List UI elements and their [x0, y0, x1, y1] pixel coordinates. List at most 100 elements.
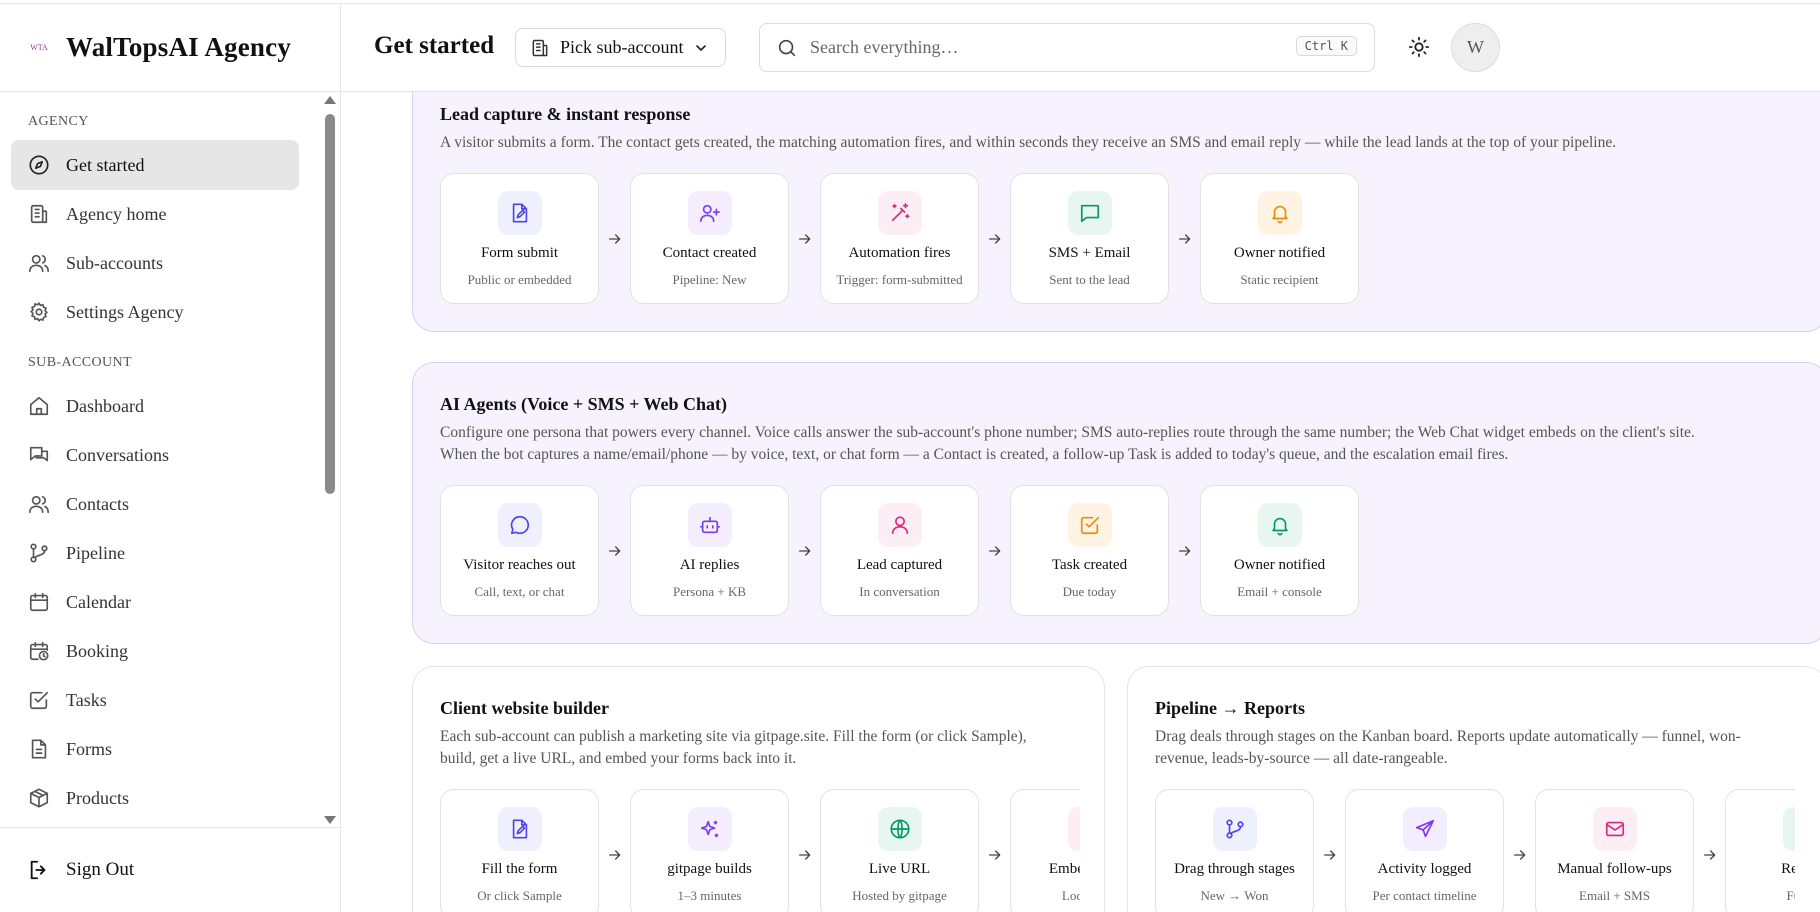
step-title: Live URL: [868, 861, 931, 877]
code-icon: [1079, 818, 1080, 840]
bell-icon: [1272, 517, 1288, 536]
sign-out-button[interactable]: Sign Out: [28, 850, 134, 890]
search-input[interactable]: [810, 37, 1290, 58]
flow-panel-ai-agents: AI Agents (Voice + SMS + Web Chat) Confi…: [412, 362, 1820, 644]
step-subtitle: New → Won: [1200, 888, 1269, 903]
pick-subaccount-button[interactable]: Pick sub-account: [515, 28, 726, 67]
sidebar-item-settings-agency[interactable]: Settings Agency: [11, 287, 299, 337]
step-icon-badge: [1783, 807, 1795, 851]
flow-steps-viewport: Drag through stages New → Won Activity l…: [1155, 789, 1795, 912]
bell-icon: [1272, 205, 1288, 224]
building-icon: [30, 204, 48, 224]
step-icon-badge: [1593, 807, 1637, 851]
user-plus-icon: [700, 204, 720, 223]
sidebar-item-label: Dashboard: [66, 395, 144, 416]
brand-logo: WTA: [30, 42, 48, 52]
sidebar-footer: Sign Out: [0, 827, 340, 912]
users-icon: [29, 254, 49, 273]
flow-panel-pipeline-reports: Pipeline → Reports Drag deals through st…: [1127, 666, 1820, 912]
step-subtitle: Loop back: [1061, 888, 1080, 903]
step-title: Activity logged: [1377, 861, 1472, 877]
step-title: AI replies: [679, 557, 740, 573]
flow-step-card: Automation fires Trigger: form-submitted: [820, 173, 979, 304]
home-icon: [29, 396, 49, 416]
sidebar-item-dashboard[interactable]: Dashboard: [11, 381, 299, 431]
panel-description-line2: When the bot captures a name/email/phone…: [440, 446, 1509, 463]
flow-step-card: Fill the form Or click Sample: [440, 789, 599, 912]
step-icon-badge: [498, 191, 542, 235]
step-subtitle: Email + console: [1237, 584, 1322, 599]
arrow-right-icon: [789, 847, 820, 863]
flow-step-card: Activity logged Per contact timeline: [1345, 789, 1504, 912]
users-icon: [29, 495, 49, 514]
package-icon: [29, 788, 49, 808]
checkbox-icon: [29, 691, 49, 710]
pick-subaccount-label: Pick sub-account: [560, 37, 684, 57]
avatar[interactable]: W: [1451, 23, 1500, 72]
building-icon: [532, 39, 548, 56]
sidebar-item-label: Sub-accounts: [66, 252, 163, 273]
flow-panel-website-builder: Client website builder Each sub-account …: [412, 666, 1105, 912]
arrow-right-icon: [979, 231, 1010, 247]
theme-toggle-button[interactable]: [1406, 34, 1432, 60]
scroll-down-arrow[interactable]: [324, 816, 336, 824]
step-title: Lead captured: [856, 557, 943, 573]
search-bar[interactable]: Ctrl K: [759, 23, 1375, 72]
sidebar-item-sub-accounts[interactable]: Sub-accounts: [11, 238, 299, 288]
panel-title: Pipeline → Reports: [1155, 698, 1305, 718]
chevron-down-icon: [696, 45, 706, 51]
panel-description-line1: Configure one persona that powers every …: [440, 424, 1695, 441]
sidebar-item-calendar[interactable]: Calendar: [11, 577, 299, 627]
step-subtitle: Static recipient: [1240, 272, 1319, 287]
sidebar-item-get-started[interactable]: Get started: [11, 140, 299, 190]
sidebar-item-forms[interactable]: Forms: [11, 724, 299, 774]
page-title: Get started: [374, 32, 495, 59]
scrollbar-thumb[interactable]: [325, 114, 335, 494]
flow-step-card: Owner notified Email + console: [1200, 485, 1359, 616]
step-subtitle: Call, text, or chat: [474, 584, 565, 599]
sidebar-item-contacts[interactable]: Contacts: [11, 479, 299, 529]
step-subtitle: Public or embedded: [467, 272, 572, 287]
step-title: Reports: [1781, 861, 1795, 877]
sidebar-item-label: Products: [66, 787, 129, 808]
flow-step-card: Live URL Hosted by gitpage: [820, 789, 979, 912]
sidebar-item-label: Agency home: [66, 203, 167, 224]
sidebar-item-pipeline[interactable]: Pipeline: [11, 528, 299, 578]
section-label-sub-account: SUB-ACCOUNT: [28, 355, 132, 370]
step-title: gitpage builds: [667, 861, 752, 877]
scroll-up-arrow[interactable]: [324, 96, 336, 104]
sidebar-item-products[interactable]: Products: [11, 773, 299, 823]
flow-step-card: Embed forms Loop back: [1010, 789, 1080, 912]
sidebar-item-agency-home[interactable]: Agency home: [11, 189, 299, 239]
step-title: Visitor reaches out: [463, 557, 576, 573]
sidebar-item-conversations[interactable]: Conversations: [11, 430, 299, 480]
arrow-right-icon: [789, 543, 820, 559]
sidebar-item-booking[interactable]: Booking: [11, 626, 299, 676]
gear-icon: [30, 302, 48, 322]
brand[interactable]: WTA WalTopsAI Agency: [0, 4, 340, 92]
git-branch-icon: [1226, 819, 1244, 839]
step-title: Drag through stages: [1174, 861, 1295, 877]
step-subtitle: Per contact timeline: [1372, 888, 1477, 903]
chart-icon: [1794, 818, 1795, 840]
git-branch-icon: [30, 543, 48, 563]
step-icon-badge: [498, 807, 542, 851]
brand-name: WalTopsAI Agency: [66, 32, 292, 62]
step-title: Contact created: [662, 245, 757, 261]
step-icon-badge: [688, 503, 732, 547]
panel-description: A visitor submits a form. The contact ge…: [440, 134, 1617, 151]
user-icon: [891, 516, 909, 535]
step-title: Owner notified: [1233, 245, 1326, 261]
sidebar-item-tasks[interactable]: Tasks: [11, 675, 299, 725]
step-icon-badge: [498, 503, 542, 547]
flow-step-card: SMS + Email Sent to the lead: [1010, 173, 1169, 304]
chat-icon: [29, 446, 49, 462]
flow-step-card: Contact created Pipeline: New: [630, 173, 789, 304]
sidebar-scrollbar[interactable]: [322, 96, 338, 824]
step-icon-badge: [1213, 807, 1257, 851]
step-subtitle: Hosted by gitpage: [852, 888, 947, 903]
step-title: Manual follow-ups: [1557, 861, 1672, 877]
step-subtitle: Email + SMS: [1579, 888, 1650, 903]
step-subtitle: Pipeline: New: [672, 272, 747, 287]
main-content: Lead capture & instant response A visito…: [341, 92, 1820, 912]
